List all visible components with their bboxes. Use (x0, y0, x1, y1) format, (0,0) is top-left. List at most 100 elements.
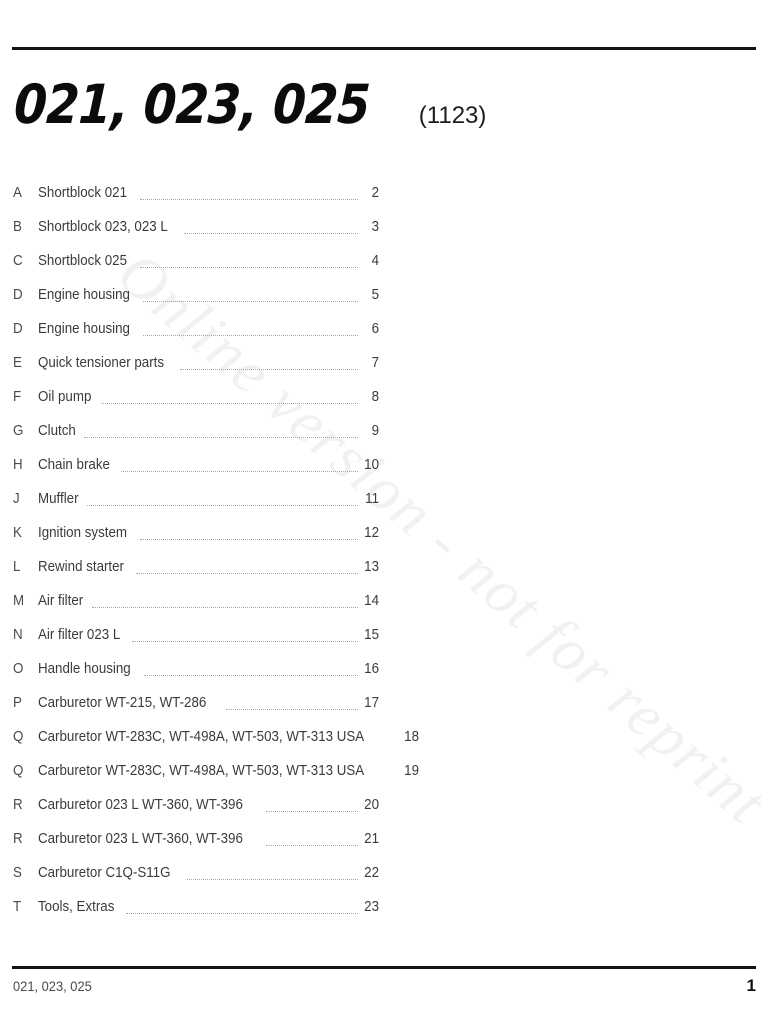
toc-leader-dots (142, 322, 358, 336)
page-footer: 021, 023, 025 1 (13, 976, 756, 996)
toc-leader-dots (225, 696, 358, 710)
toc-row-page: 10 (364, 457, 379, 473)
toc-leader-dots (265, 832, 358, 846)
toc-row[interactable]: E Quick tensioner parts 7 (13, 338, 379, 372)
toc-row-page: 23 (364, 899, 379, 915)
toc-leader-dots (121, 458, 358, 472)
header-rule (12, 47, 756, 50)
toc-row-page: 19 (403, 763, 419, 779)
toc-row[interactable]: S Carburetor C1Q-S11G 22 (13, 848, 379, 882)
toc-row[interactable]: F Oil pump 8 (13, 372, 379, 406)
toc-row-letter: G (13, 423, 24, 439)
toc-row-page: 8 (371, 389, 379, 405)
toc-row[interactable]: R Carburetor 023 L WT-360, WT-396 21 (13, 814, 379, 848)
toc-row-label: Carburetor 023 L WT-360, WT-396 (38, 797, 243, 813)
toc-row-letter: N (13, 627, 23, 643)
toc-row-label: Shortblock 025 (38, 253, 127, 269)
toc-leader-dots (132, 628, 358, 642)
toc-row-letter: S (13, 865, 22, 881)
toc-row[interactable]: D Engine housing 5 (13, 270, 379, 304)
toc-row[interactable]: Q Carburetor WT-283C, WT-498A, WT-503, WT… (13, 712, 419, 746)
toc-row[interactable]: N Air filter 023 L 15 (13, 610, 379, 644)
toc-row[interactable]: H Chain brake 10 (13, 440, 379, 474)
toc-row[interactable]: P Carburetor WT-215, WT-286 17 (13, 678, 379, 712)
toc-row-label: Carburetor WT-215, WT-286 (38, 695, 207, 711)
toc-row-label: Carburetor WT-283C, WT-498A, WT-503, WT-… (38, 729, 365, 745)
toc-row[interactable]: T Tools, Extras 23 (13, 882, 379, 916)
toc-row-letter: J (13, 491, 20, 507)
toc-row-letter: C (13, 253, 23, 269)
toc-row-letter: L (13, 559, 21, 575)
document-page: Online version - not for reprint 021, 02… (0, 0, 768, 1024)
page-title-code: (1123) (418, 102, 487, 129)
toc-row-letter: R (13, 797, 23, 813)
toc-row[interactable]: C Shortblock 025 4 (13, 236, 379, 270)
toc-leader-dots (87, 492, 358, 506)
toc-row-page: 22 (364, 865, 379, 881)
toc-row[interactable]: A Shortblock 021 2 (13, 168, 379, 202)
toc-row-label: Quick tensioner parts (38, 355, 165, 371)
toc-row[interactable]: K Ignition system 12 (13, 508, 379, 542)
toc-row-letter: H (13, 457, 23, 473)
toc-row-label: Tools, Extras (38, 899, 115, 915)
toc-row-page: 16 (364, 661, 379, 677)
toc-row-label: Air filter 023 L (38, 627, 121, 643)
footer-rule (12, 966, 756, 969)
toc-row-label: Carburetor 023 L WT-360, WT-396 (38, 831, 243, 847)
toc-row[interactable]: R Carburetor 023 L WT-360, WT-396 20 (13, 780, 379, 814)
toc-row-page: 13 (364, 559, 379, 575)
toc-leader-dots (101, 390, 358, 404)
toc-row-letter: F (13, 389, 22, 405)
toc-row-page: 6 (371, 321, 379, 337)
toc-leader-dots (184, 220, 358, 234)
toc-row-label: Muffler (38, 491, 79, 507)
toc-leader-dots (139, 254, 358, 268)
page-title-model: 021, 023, 025 (12, 73, 372, 136)
toc-row-label: Oil pump (38, 389, 92, 405)
toc-row-letter: P (13, 695, 22, 711)
toc-row-letter: E (13, 355, 22, 371)
toc-row-letter: Q (13, 763, 24, 779)
toc-row-page: 18 (403, 729, 419, 745)
toc-row[interactable]: O Handle housing 16 (13, 644, 379, 678)
toc-row-label: Shortblock 021 (38, 185, 127, 201)
toc-row-label: Shortblock 023, 023 L (38, 219, 168, 235)
toc-row[interactable]: G Clutch 9 (13, 406, 379, 440)
toc-leader-dots (180, 356, 358, 370)
toc-leader-dots (186, 866, 358, 880)
toc-row-page: 7 (371, 355, 379, 371)
toc-row-letter: D (13, 321, 23, 337)
toc-row-page: 3 (371, 219, 379, 235)
toc-row-page: 14 (364, 593, 379, 609)
toc-row-letter: R (13, 831, 23, 847)
toc-row-letter: A (13, 185, 22, 201)
toc-row-page: 15 (364, 627, 379, 643)
toc-row[interactable]: D Engine housing 6 (13, 304, 379, 338)
table-of-contents: A Shortblock 021 2 B Shortblock 023, 023 L 3 C… (13, 168, 419, 916)
toc-row[interactable]: Q Carburetor WT-283C, WT-498A, WT-503, WT… (13, 746, 419, 780)
toc-row[interactable]: L Rewind starter 13 (13, 542, 379, 576)
toc-row-label: Carburetor WT-283C, WT-498A, WT-503, WT-… (38, 763, 365, 779)
toc-row-page: 12 (364, 525, 379, 541)
toc-row-label: Air filter (38, 593, 84, 609)
toc-row[interactable]: M Air filter 14 (13, 576, 379, 610)
toc-row-label: Rewind starter (38, 559, 125, 575)
toc-row-label: Handle housing (38, 661, 131, 677)
toc-row-label: Engine housing (38, 321, 130, 337)
toc-row-page: 2 (371, 185, 379, 201)
toc-row-label: Chain brake (38, 457, 110, 473)
toc-row-letter: B (13, 219, 22, 235)
toc-row-page: 5 (371, 287, 379, 303)
toc-row-label: Ignition system (38, 525, 127, 541)
footer-page-number: 1 (746, 976, 756, 995)
toc-row[interactable]: B Shortblock 023, 023 L 3 (13, 202, 379, 236)
toc-row-page: 17 (364, 695, 379, 711)
toc-row-label: Engine housing (38, 287, 130, 303)
toc-row-letter: D (13, 287, 23, 303)
toc-row-letter: Q (13, 729, 24, 745)
toc-row-label: Carburetor C1Q-S11G (38, 865, 171, 881)
toc-leader-dots (92, 594, 358, 608)
toc-row[interactable]: J Muffler 11 (13, 474, 379, 508)
toc-leader-dots (265, 798, 358, 812)
footer-model-label: 021, 023, 025 (13, 978, 92, 994)
